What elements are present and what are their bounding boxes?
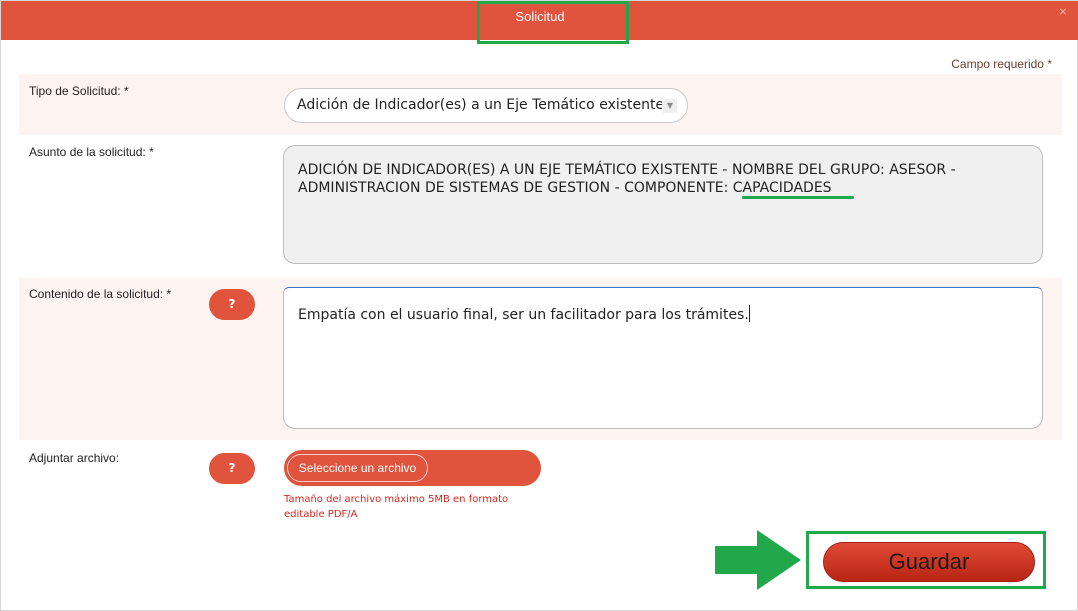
content-textarea[interactable]: Empatía con el usuario final, ser un fac… [283,287,1043,429]
arrow-right-icon [715,530,801,590]
request-type-label: Tipo de Solicitud: * [29,84,129,98]
save-button[interactable]: Guardar [823,542,1035,582]
chevron-down-icon[interactable]: ▼ [663,99,677,113]
content-help-button[interactable]: ? [209,289,255,320]
required-field-note: Campo requerido * [951,57,1052,71]
content-text: Empatía con el usuario final, ser un fac… [298,307,749,323]
file-input[interactable]: Seleccione un archivo [284,450,541,486]
attachment-help-button[interactable]: ? [209,453,255,484]
subject-label: Asunto de la solicitud: * [29,145,154,159]
request-type-selected-value: Adición de Indicador(es) a un Eje Temáti… [297,97,662,113]
content-label: Contenido de la solicitud: * [29,287,172,301]
request-type-select[interactable]: Adición de Indicador(es) a un Eje Temáti… [284,88,688,123]
capacidades-underline-mark [742,196,854,199]
title-highlight-box [477,1,629,44]
file-size-note: Tamaño del archivo máximo 5MB en formato… [284,494,509,520]
close-icon[interactable]: × [1057,6,1069,18]
solicitud-dialog: Solicitud × Campo requerido * Tipo de So… [0,0,1078,611]
attachment-label: Adjuntar archivo: [29,451,120,465]
subject-textarea[interactable]: ADICIÓN DE INDICADOR(ES) A UN EJE TEMÁTI… [283,145,1043,264]
select-file-button[interactable]: Seleccione un archivo [287,454,428,482]
text-cursor [748,305,750,322]
